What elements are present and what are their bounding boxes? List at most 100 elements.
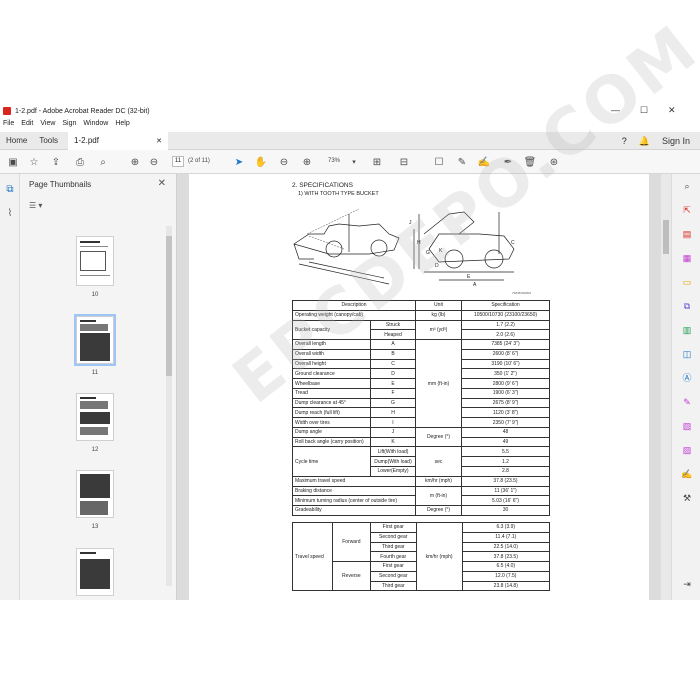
combine-files-icon[interactable]: ⧉ [681, 300, 693, 312]
organize-pages-icon[interactable]: ▥ [681, 324, 693, 336]
draw-icon[interactable]: ✍ [477, 155, 491, 169]
menu-edit[interactable]: Edit [21, 120, 33, 132]
svg-text:H: H [417, 240, 421, 246]
send-for-signature-icon[interactable]: ▧ [681, 420, 693, 432]
travel-speed-table: Travel speed Forward First gear km/hr (m… [292, 521, 551, 592]
window-title: 1-2.pdf - Adobe Acrobat Reader DC (32-bi… [15, 107, 150, 115]
scan-ocr-icon[interactable]: Ⓐ [681, 372, 693, 384]
document-viewer[interactable]: 2. SPECIFICATIONS 1) WITH TOOTH TYPE BUC… [177, 174, 671, 600]
protect-icon[interactable]: ▨ [681, 444, 693, 456]
thumbnail-page-14[interactable] [76, 548, 114, 596]
page-number-input[interactable]: 11 [172, 156, 184, 167]
section-subheading: 1) WITH TOOTH TYPE BUCKET [298, 191, 379, 197]
tab-tools[interactable]: Tools [33, 132, 64, 150]
table-header: Description [292, 300, 416, 311]
svg-text:K: K [439, 248, 443, 254]
page-thumbnails-icon[interactable]: ⧉ [4, 184, 16, 196]
acrobat-app-icon [3, 107, 11, 115]
search-icon[interactable]: ⌕ [681, 180, 693, 192]
zoom-in-icon[interactable]: ⊕ [300, 155, 314, 169]
print-icon[interactable]: ⎙ [73, 155, 87, 169]
next-page-icon[interactable]: ⊖ [147, 155, 161, 169]
zoom-level[interactable]: 73% [328, 158, 340, 164]
thumbnail-label: 12 [91, 447, 99, 453]
collapse-pane-icon[interactable]: ⇥ [681, 578, 693, 590]
more-tools-icon[interactable]: ⚒ [681, 492, 693, 504]
comment-icon[interactable]: ☐ [432, 155, 446, 169]
maximize-button[interactable]: ☐ [640, 105, 648, 116]
more-tools-icon[interactable]: ⊛ [547, 155, 561, 169]
thumbnail-scrollbar[interactable] [166, 226, 172, 586]
table-row: Maximum travel speed km/hr (mph) 37.8 (23.… [292, 475, 550, 487]
menu-window[interactable]: Window [83, 120, 108, 132]
attachments-icon[interactable]: ⌇ [4, 208, 16, 220]
table-row: Operating weight (canopy/cab) kg (lb) 10… [292, 309, 550, 321]
left-navigation-rail: ⧉ ⌇ [0, 174, 20, 600]
table-row: Cycle time Lift(With load) sec 5.5 [292, 446, 550, 477]
edit-pdf-icon[interactable]: ▦ [681, 252, 693, 264]
compress-pdf-icon[interactable]: ◫ [681, 348, 693, 360]
menu-sign[interactable]: Sign [62, 120, 76, 132]
table-header: Unit [415, 300, 462, 311]
wheel-loader-dimension-drawing: H G C E A D J K [293, 208, 515, 288]
thumbnail-page-10[interactable] [76, 236, 114, 286]
svg-text:C: C [511, 240, 515, 246]
scroll-mode-icon[interactable]: ⊟ [397, 155, 411, 169]
figure-code: 7WN5SS0002 [512, 291, 532, 295]
panel-title: Page Thumbnails [29, 180, 92, 189]
save-icon[interactable]: ▣ [6, 155, 20, 169]
table-row: Gradeability Degree (°) 30 [292, 505, 550, 516]
thumbnail-label: 13 [91, 524, 99, 530]
thumbnail-page-11[interactable] [74, 314, 116, 366]
hand-tool-icon[interactable]: ✋ [254, 155, 268, 169]
thumbnail-label: 11 [91, 370, 99, 376]
svg-text:G: G [426, 250, 430, 256]
fit-page-icon[interactable]: ⊞ [370, 155, 384, 169]
menu-file[interactable]: File [3, 120, 14, 132]
close-panel-icon[interactable]: ✕ [158, 178, 166, 189]
notifications-bell-icon[interactable]: 🔔 [639, 136, 650, 147]
select-cursor-icon[interactable]: ➤ [232, 155, 246, 169]
comment-tool-icon[interactable]: ▭ [681, 276, 693, 288]
tab-home[interactable]: Home [0, 132, 33, 150]
menu-view[interactable]: View [40, 120, 55, 132]
help-icon[interactable]: ? [622, 136, 627, 146]
right-tools-rail: ⌕ ⇱ ▤ ▦ ▭ ⧉ ▥ ◫ Ⓐ ✎ ▧ ▨ ✍ ⚒ ⇥ [671, 174, 700, 600]
tab-document-label: 1-2.pdf [74, 136, 99, 145]
stamp-icon[interactable]: ✍ [681, 468, 693, 480]
close-window-button[interactable]: ✕ [668, 105, 676, 116]
create-pdf-icon[interactable]: ▤ [681, 228, 693, 240]
previous-page-icon[interactable]: ⊕ [128, 155, 142, 169]
search-icon[interactable]: ⌕ [96, 155, 110, 169]
document-scrollbar[interactable] [661, 174, 671, 600]
table-row: Overall length A mm (ft-in) 7385 (24' 3"… [292, 339, 550, 428]
title-bar: 1-2.pdf - Adobe Acrobat Reader DC (32-bi… [0, 102, 700, 120]
page-thumbnails-panel: Page Thumbnails ✕ ☰ ▾ 10 11 12 13 [20, 174, 177, 600]
highlight-pen-icon[interactable]: ✎ [455, 155, 469, 169]
table-header: Specification [461, 300, 550, 311]
pdf-page: 2. SPECIFICATIONS 1) WITH TOOTH TYPE BUC… [189, 174, 649, 600]
zoom-out-icon[interactable]: ⊖ [277, 155, 291, 169]
tab-document[interactable]: 1-2.pdf ✕ [68, 131, 169, 150]
sign-in-button[interactable]: Sign In [662, 136, 690, 146]
tab-bar: Home Tools 1-2.pdf ✕ ? 🔔 Sign In [0, 131, 700, 150]
fill-sign-icon[interactable]: ✒ [501, 155, 515, 169]
fill-sign-tool-icon[interactable]: ✎ [681, 396, 693, 408]
export-pdf-icon[interactable]: ⇱ [681, 204, 693, 216]
thumbnail-page-13[interactable] [76, 470, 114, 518]
zoom-dropdown-icon[interactable]: ▾ [347, 155, 361, 169]
upload-icon[interactable]: ⇪ [49, 155, 63, 169]
svg-text:E: E [467, 274, 471, 280]
table-row: Bucket capacity Struck m³ (yd³) 1.7 (2.2… [292, 319, 550, 341]
menu-bar: File Edit View Sign Window Help [0, 120, 700, 132]
table-row: Travel speed Forward First gear km/hr (m… [292, 521, 551, 592]
thumbnail-page-12[interactable] [76, 393, 114, 441]
delete-icon[interactable]: 🗑 [523, 155, 537, 169]
bookmark-star-icon[interactable]: ☆ [27, 155, 41, 169]
toolbar: ▣ ☆ ⇪ ⎙ ⌕ ⊕ ⊖ 11 (2 of 11) ➤ ✋ ⊖ ⊕ 73% ▾… [0, 150, 700, 174]
tab-close-icon[interactable]: ✕ [156, 137, 162, 145]
menu-help[interactable]: Help [115, 120, 129, 132]
specification-table: Description Unit Specification Operating… [292, 300, 550, 516]
minimize-button[interactable]: — [611, 105, 620, 115]
thumbnail-options-button[interactable]: ☰ ▾ [29, 201, 49, 212]
